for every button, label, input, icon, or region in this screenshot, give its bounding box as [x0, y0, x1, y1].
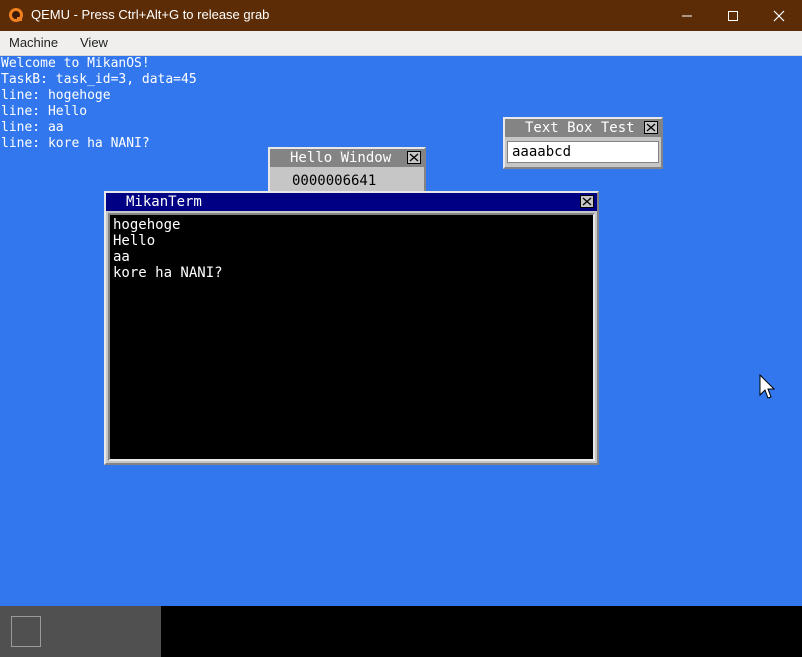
terminal-window-close-button[interactable]	[580, 195, 594, 208]
textbox-window-titlebar[interactable]: Text Box Test	[505, 119, 661, 137]
host-window-title: QEMU - Press Ctrl+Alt+G to release grab	[31, 7, 270, 22]
close-icon	[582, 197, 592, 206]
menubar: Machine View	[0, 31, 802, 56]
menu-machine[interactable]: Machine	[9, 35, 58, 50]
textbox-window-close-button[interactable]	[644, 121, 658, 134]
terminal-window-title: MikanTerm	[126, 194, 202, 210]
maximize-button[interactable]	[710, 0, 756, 31]
start-button[interactable]	[11, 616, 41, 647]
menu-view[interactable]: View	[80, 35, 108, 50]
terminal-output[interactable]: hogehoge Hello aa kore ha NANI?	[108, 213, 595, 461]
qemu-icon	[9, 8, 23, 22]
terminal-window[interactable]: MikanTerm hogehoge Hello aa kore ha NANI…	[104, 191, 599, 465]
hello-window-close-button[interactable]	[407, 151, 421, 164]
close-icon	[773, 10, 785, 21]
minimize-button[interactable]	[664, 0, 710, 31]
taskbar-start-area	[0, 606, 161, 657]
textbox-window-title: Text Box Test	[525, 120, 635, 136]
hello-window-title: Hello Window	[290, 150, 392, 166]
close-icon	[646, 123, 656, 132]
host-titlebar: QEMU - Press Ctrl+Alt+G to release grab	[0, 0, 802, 31]
taskbar	[0, 606, 802, 657]
mouse-cursor-icon	[759, 374, 775, 399]
minimize-icon	[682, 15, 692, 16]
maximize-icon	[728, 10, 738, 21]
textbox-window[interactable]: Text Box Test aaaabcd	[503, 117, 663, 169]
console-line: line: kore ha NANI?	[1, 136, 150, 151]
counter-value: 0000006641	[292, 173, 377, 189]
text-box-input[interactable]: aaaabcd	[507, 141, 659, 163]
console-line: Welcome to MikanOS!	[1, 56, 150, 71]
console-line: line: hogehoge	[1, 88, 111, 103]
terminal-line: kore ha NANI?	[113, 265, 223, 281]
console-line: line: aa	[1, 120, 64, 135]
hello-window-titlebar[interactable]: Hello Window	[270, 149, 424, 167]
close-icon	[409, 153, 419, 162]
console-line: TaskB: task_id=3, data=45	[1, 72, 197, 87]
terminal-window-titlebar[interactable]: MikanTerm	[106, 193, 597, 211]
terminal-line: Hello	[113, 233, 156, 249]
console-line: line: Hello	[1, 104, 88, 119]
terminal-line: aa	[113, 249, 130, 265]
guest-desktop[interactable]: Welcome to MikanOS! TaskB: task_id=3, da…	[0, 56, 802, 606]
close-button[interactable]	[756, 0, 802, 31]
terminal-line: hogehoge	[113, 217, 181, 233]
